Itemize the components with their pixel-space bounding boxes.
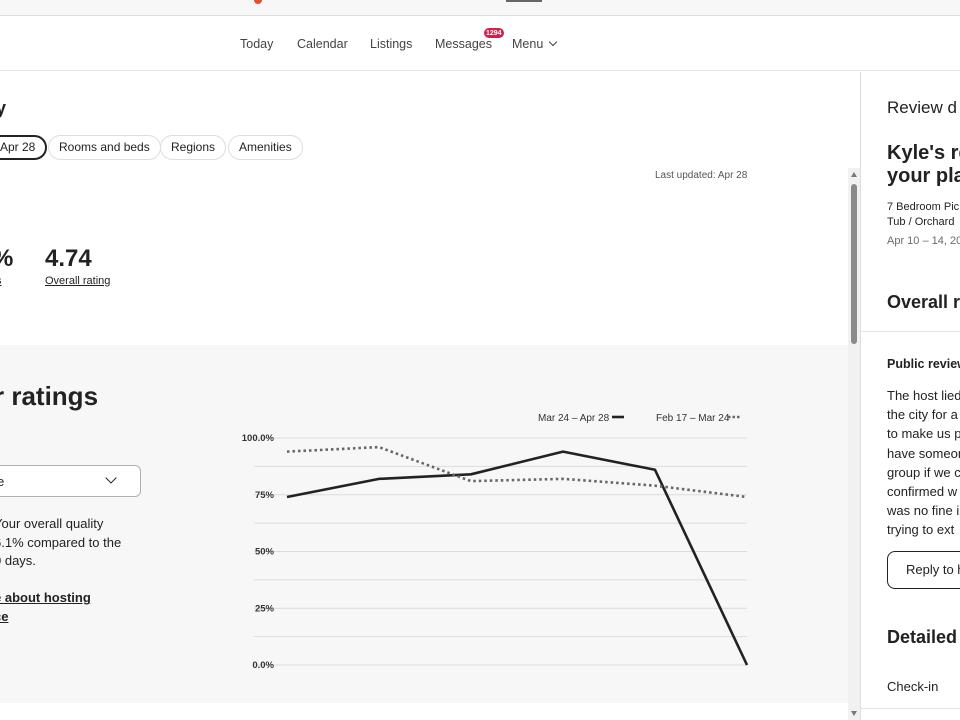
stat-value-1: % <box>0 245 13 273</box>
nav-listings[interactable]: Listings <box>370 37 412 51</box>
review-line: the city for a <box>887 407 958 423</box>
page-title: y <box>0 98 7 118</box>
review-details-panel: Review d Kyle's re your pla 7 Bedroom Pi… <box>860 72 960 720</box>
nav-messages[interactable]: Messages <box>435 37 492 51</box>
announcement-banner <box>0 0 960 16</box>
y-tick-label: 25% <box>255 603 275 614</box>
nav-calendar[interactable]: Calendar <box>297 37 348 51</box>
divider <box>861 331 960 332</box>
public-review-label: Public review <box>887 357 960 371</box>
listing-name-line: Tub / Orchard <box>887 216 955 228</box>
review-title: Kyle's re your pla <box>887 142 960 188</box>
stay-dates: Apr 10 – 14, 20 <box>887 235 960 247</box>
review-line: to make us p <box>887 426 960 442</box>
messages-badge: 1294 <box>483 27 505 39</box>
legend-label: Feb 17 – Mar 24 <box>656 413 730 424</box>
reply-button[interactable]: Reply to h <box>887 551 960 589</box>
review-title-line: Kyle's re <box>887 142 960 164</box>
legend-label: Mar 24 – Apr 28 <box>538 413 610 424</box>
series-line-1 <box>286 450 749 666</box>
stat-label-1[interactable]: s <box>0 275 2 287</box>
scroll-down-icon[interactable] <box>851 711 857 716</box>
listing-name: 7 Bedroom Pic Tub / Orchard <box>887 200 959 230</box>
chevron-down-icon <box>105 472 117 484</box>
top-navigation: Today Calendar Listings Messages 1294 Me… <box>0 16 960 71</box>
description-line: 0 days. <box>0 553 36 568</box>
performance-main: y Apr 28 Rooms and beds Regions Amenitie… <box>0 72 848 720</box>
last-updated: Last updated: Apr 28 <box>655 170 748 181</box>
scrollbar-thumb[interactable] <box>851 184 857 344</box>
overall-rating-link[interactable]: Overall rating <box>45 275 110 287</box>
nav-today[interactable]: Today <box>240 37 273 51</box>
filter-amenities[interactable]: Amenities <box>228 135 303 160</box>
ratings-section: r ratings e Your overall quality 6.1% co… <box>0 345 848 703</box>
series-line-2 <box>286 445 748 499</box>
banner-link-underline[interactable] <box>506 0 542 2</box>
panel-header: Review d <box>887 98 957 117</box>
learn-about-hosting-link[interactable]: e about hosting ce <box>0 589 134 626</box>
link-line: ce <box>0 608 9 624</box>
y-tick-label: 50% <box>255 547 275 558</box>
review-line: have someon <box>887 445 960 461</box>
checkin-label: Check-in <box>887 679 939 694</box>
nav-menu[interactable]: Menu <box>512 37 558 51</box>
y-tick-label: 100.0% <box>242 433 275 444</box>
rating-category-select[interactable]: e <box>0 465 141 497</box>
public-review-text: The host lied the city for a to make us … <box>887 386 960 540</box>
review-line: The host lied <box>887 388 960 403</box>
select-value: e <box>0 474 5 489</box>
overall-rating-heading: Overall ra <box>887 292 960 312</box>
banner-dot-icon <box>254 0 262 4</box>
scroll-up-icon[interactable] <box>851 172 857 177</box>
ratings-title: r ratings <box>0 381 99 411</box>
divider <box>861 708 960 709</box>
overall-rating-value: 4.74 <box>45 245 92 272</box>
main-scrollbar[interactable] <box>848 168 860 720</box>
filter-date-range[interactable]: Apr 28 <box>0 135 48 160</box>
review-title-line: your pla <box>887 165 960 187</box>
review-line: group if we c <box>887 464 960 480</box>
ratings-description: Your overall quality 6.1% compared to th… <box>0 515 134 571</box>
description-line: 6.1% compared to the <box>0 534 122 550</box>
link-line: e about hosting <box>0 590 91 605</box>
review-line: trying to ext <box>887 522 955 538</box>
description-line: Your overall quality <box>0 516 104 531</box>
chevron-down-icon <box>549 37 558 47</box>
nav-menu-label: Menu <box>512 37 544 51</box>
review-line: was no fine i <box>887 503 960 519</box>
detailed-ratings-heading: Detailed <box>887 627 958 647</box>
y-tick-label: 75% <box>255 490 275 501</box>
filter-regions[interactable]: Regions <box>160 135 227 160</box>
y-tick-label: 0.0% <box>252 660 274 671</box>
ratings-line-chart: 0.0%25%50%75%100.0%Mar 24 – 30, 2025Mar … <box>242 413 749 671</box>
review-line: confirmed w <box>887 484 958 500</box>
filter-rooms-and-beds[interactable]: Rooms and beds <box>48 135 161 160</box>
listing-name-line: 7 Bedroom Pic <box>887 201 960 213</box>
